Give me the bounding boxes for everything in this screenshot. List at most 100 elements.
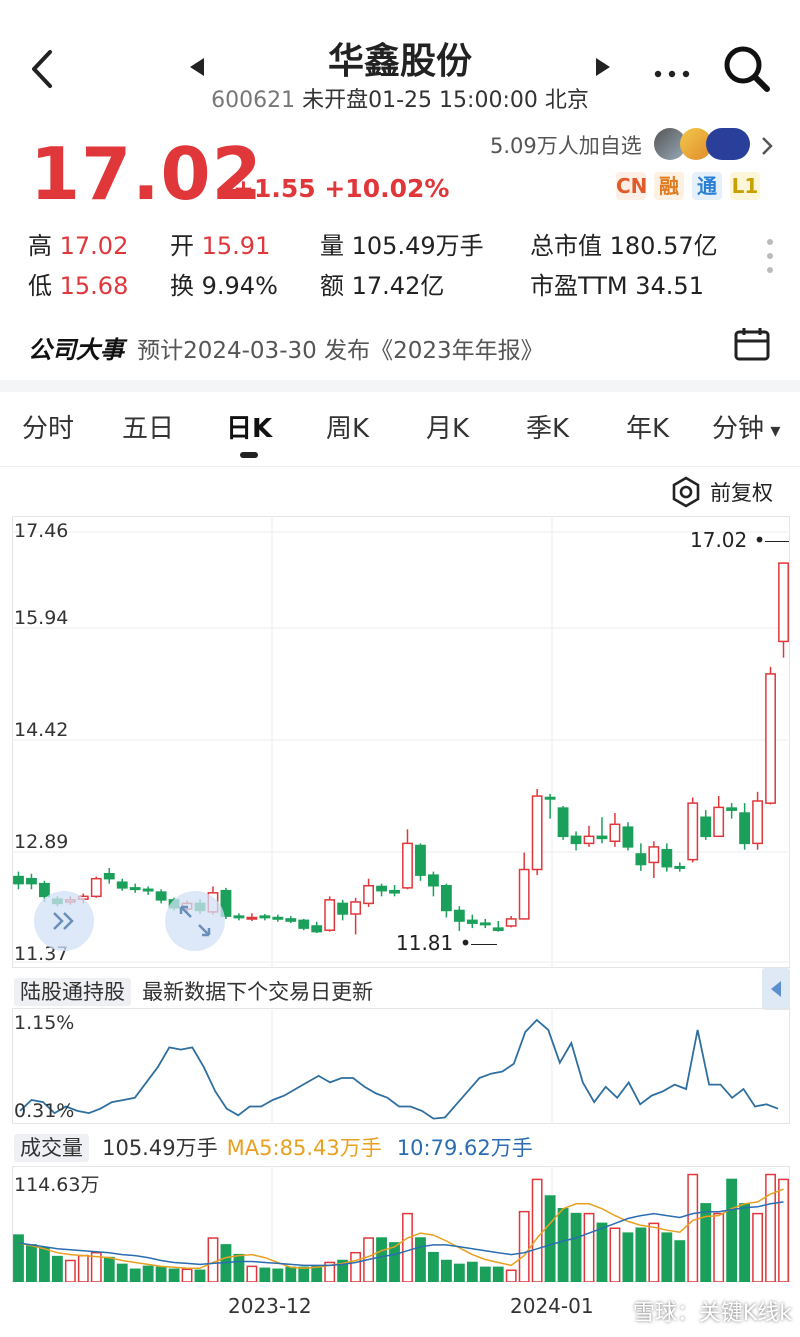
candle-body-33	[440, 884, 452, 912]
adjust-label: 前复权	[710, 481, 773, 505]
candle-body-39	[518, 868, 530, 920]
candle-body-38	[505, 918, 517, 927]
candle-body-29	[389, 889, 400, 894]
tab-6[interactable]: 年K	[626, 408, 669, 445]
company-event-row[interactable]: 公司大事 预计2024-03-30 发布《2023年年报》	[28, 330, 788, 364]
tab-0[interactable]: 分时	[22, 408, 74, 445]
candle-body-1	[26, 877, 37, 885]
etf-badge	[706, 128, 750, 160]
stat-label: 开	[170, 232, 194, 260]
dropdown-caret-icon: ▾	[764, 418, 781, 442]
volume-bar-32	[427, 1251, 439, 1282]
volume-bar-38	[505, 1269, 517, 1282]
hk-hold-note: 最新数据下个交易日更新	[142, 980, 374, 1004]
candle-body-32	[427, 874, 439, 887]
followers-count[interactable]: 5.09万人加自选	[490, 130, 642, 160]
more-dots-icon	[654, 70, 690, 78]
volume-bar-44	[583, 1212, 595, 1282]
stock-subtitle: 600621 未开盘01-25 15:00:00 北京	[0, 82, 800, 114]
ma10-value: 10:79.62万手	[396, 1136, 533, 1160]
kline-chart[interactable]	[12, 516, 790, 968]
stat-low: 低 15.68	[28, 266, 128, 301]
volume-bar-58	[765, 1173, 776, 1282]
stat-label: 低	[28, 272, 52, 300]
candle-body-0	[13, 875, 24, 885]
candle-body-47	[622, 826, 634, 848]
watermark: 雪球：关键K线k	[632, 1301, 792, 1326]
tab-7[interactable]: 分钟 ▾	[712, 408, 780, 445]
hk-hold-chart[interactable]	[12, 1008, 790, 1124]
volume-chart[interactable]	[12, 1166, 790, 1282]
hk-bottom-label: 0.31%	[14, 1100, 75, 1122]
volume-bar-23	[311, 1265, 323, 1282]
candle-body-52	[687, 802, 699, 861]
market-tag-3[interactable]: L1	[730, 172, 760, 200]
stat-volume: 量 105.49万手	[320, 226, 484, 261]
stat-value: 9.94%	[201, 272, 278, 300]
volume-bar-21	[285, 1266, 297, 1282]
volume-bar-19	[259, 1267, 271, 1282]
collapse-panel-button[interactable]	[762, 968, 790, 1010]
volume-bar-4	[64, 1259, 76, 1282]
tab-1[interactable]: 五日	[122, 408, 174, 445]
volume-bar-55	[726, 1178, 738, 1282]
stat-value: 17.42亿	[351, 272, 445, 300]
candle-body-19	[259, 915, 271, 919]
more-button[interactable]	[652, 64, 692, 78]
ma5-value: MA5:85.43万手	[226, 1136, 382, 1160]
stat-high: 高 17.02	[28, 226, 128, 261]
volume-bar-15	[207, 1237, 219, 1282]
stat-value: 15.68	[59, 272, 129, 300]
volume-bar-39	[518, 1210, 530, 1282]
volume-bar-31	[415, 1237, 426, 1282]
candle-body-48	[635, 853, 647, 866]
volume-label: 成交量	[14, 1134, 89, 1162]
volume-bar-0	[13, 1234, 24, 1282]
calendar-button[interactable]	[734, 326, 770, 362]
candle-body-37	[492, 927, 504, 931]
volume-bar-22	[298, 1266, 310, 1282]
volume-bar-9	[129, 1268, 141, 1282]
candle-body-20	[272, 916, 284, 920]
tab-4[interactable]: 月K	[426, 408, 469, 445]
y-label-4: 12.89	[14, 831, 69, 853]
adjust-button[interactable]: 前复权	[670, 476, 773, 508]
stat-mcap: 总市值 180.57亿	[530, 226, 718, 261]
volume-bar-34	[453, 1263, 465, 1282]
volume-bar-29	[389, 1242, 400, 1282]
candle-body-49	[648, 846, 660, 864]
expand-left-button[interactable]	[34, 891, 94, 951]
volume-bar-2	[38, 1247, 50, 1282]
volume-bar-41	[544, 1195, 556, 1282]
triangle-left-icon	[771, 981, 781, 997]
stat-label: 换	[170, 272, 194, 300]
volume-bar-1	[26, 1244, 37, 1282]
candle-body-26	[350, 901, 362, 915]
volume-bar-26	[350, 1251, 362, 1282]
volume-bar-33	[440, 1259, 452, 1282]
volume-bar-11	[155, 1266, 167, 1282]
followers-chevron-icon[interactable]	[760, 136, 774, 156]
search-icon	[724, 46, 770, 92]
volume-bar-57	[752, 1212, 764, 1282]
fullscreen-button[interactable]	[165, 891, 225, 951]
tab-3[interactable]: 周K	[326, 408, 369, 445]
tab-active-indicator	[240, 452, 258, 458]
candle-body-31	[415, 844, 426, 876]
volume-bar-3	[51, 1255, 63, 1282]
candle-body-43	[570, 835, 582, 845]
market-tag-2[interactable]: 通	[692, 172, 722, 200]
tab-2[interactable]: 日K	[226, 408, 272, 445]
follower-avatars[interactable]	[654, 126, 750, 162]
market-tag-0[interactable]: CN	[616, 172, 647, 200]
volume-bar-50	[661, 1232, 673, 1282]
tab-5[interactable]: 季K	[526, 408, 569, 445]
search-button[interactable]	[722, 44, 772, 94]
min-price-value: 11.81	[396, 931, 454, 955]
stat-value: 34.51	[635, 272, 704, 300]
candle-body-46	[609, 823, 621, 843]
candle-body-57	[752, 800, 764, 845]
stats-more-icon[interactable]	[766, 238, 774, 274]
volume-bar-49	[648, 1222, 660, 1282]
market-tag-1[interactable]: 融	[654, 172, 684, 200]
